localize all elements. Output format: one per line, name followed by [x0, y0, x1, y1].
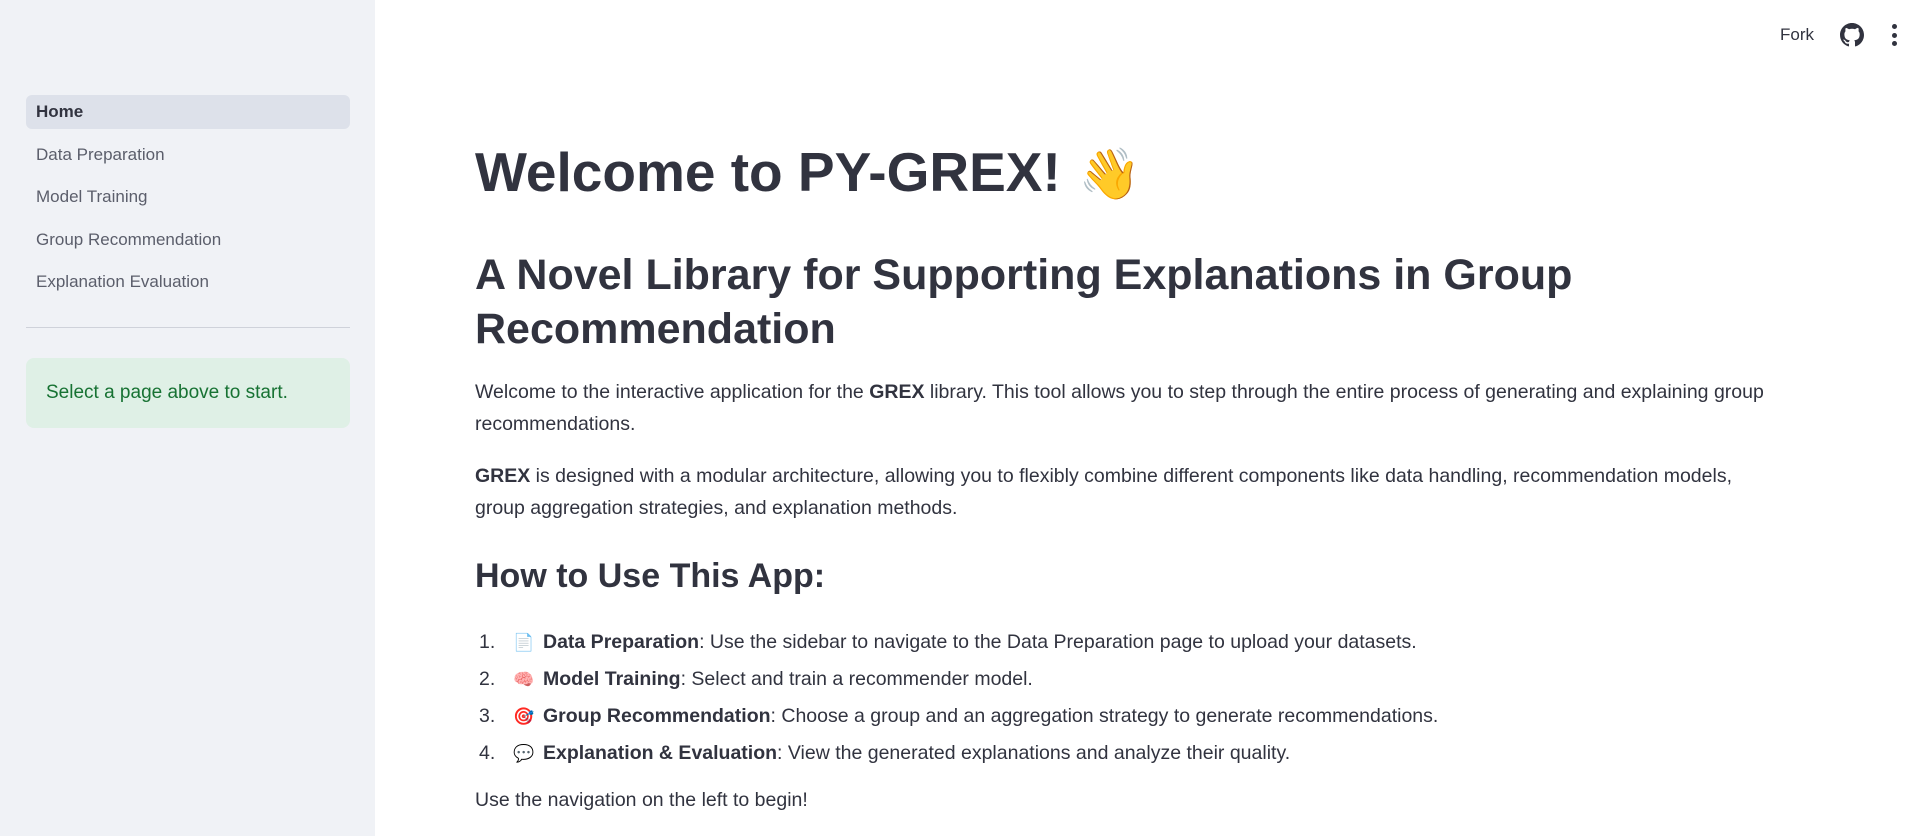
design-paragraph: GREX is designed with a modular architec…: [475, 460, 1765, 524]
list-item: 2. 🧠 Model Training: Select and train a re…: [475, 661, 1765, 698]
sidebar-item-home[interactable]: Home: [26, 95, 350, 129]
more-vertical-icon[interactable]: [1886, 24, 1904, 46]
step-text: : Choose a group and an aggregation stra…: [770, 705, 1439, 727]
step-number: 2.: [479, 668, 496, 690]
step-number: 1.: [479, 631, 496, 653]
page-subtitle: A Novel Library for Supporting Explanati…: [475, 251, 1573, 353]
sidebar-divider: [26, 327, 350, 328]
sidebar-item-data-preparation[interactable]: Data Preparation: [26, 138, 350, 172]
step-title: Group Recommendation: [543, 705, 771, 727]
intro-paragraph: Welcome to the interactive application f…: [475, 376, 1765, 440]
fork-button[interactable]: Fork: [1780, 25, 1814, 45]
brain-icon: 🧠: [513, 670, 535, 689]
sidebar-item-explanation-evaluation[interactable]: Explanation Evaluation: [26, 265, 350, 299]
list-item: 3. 🎯 Group Recommendation: Choose a group …: [475, 698, 1765, 735]
menu-dot: [1892, 24, 1897, 29]
document-icon: 📄: [513, 633, 535, 652]
steps-list: 1. 📄 Data Preparation: Use the sidebar to …: [475, 624, 1765, 772]
waving-hand-icon: 👋: [1078, 146, 1142, 202]
menu-dot: [1892, 41, 1897, 46]
list-item: 4. 💬 Explanation & Evaluation: View the ge…: [475, 735, 1765, 772]
design-library-name: GREX: [475, 465, 531, 487]
top-toolbar: Fork: [1780, 0, 1918, 70]
speech-bubble-icon: 💬: [513, 744, 535, 763]
step-text: : Use the sidebar to navigate to the Dat…: [699, 631, 1417, 653]
step-text: : Select and train a recommender model.: [680, 668, 1033, 690]
info-message: Select a page above to start.: [26, 358, 350, 428]
page-title-text: Welcome to PY-GREX!: [475, 141, 1061, 203]
step-number: 4.: [479, 742, 496, 764]
step-number: 3.: [479, 705, 496, 727]
github-icon[interactable]: [1840, 23, 1864, 47]
footer-paragraph: Use the navigation on the left to begin!: [475, 789, 808, 811]
step-title: Explanation & Evaluation: [543, 742, 778, 764]
sidebar-item-group-recommendation[interactable]: Group Recommendation: [26, 223, 350, 257]
step-text: : View the generated explanations and an…: [777, 742, 1291, 764]
intro-library-name: GREX: [869, 381, 925, 403]
step-title: Data Preparation: [543, 631, 700, 653]
design-text: is designed with a modular architecture,…: [475, 465, 1732, 519]
menu-dot: [1892, 32, 1897, 38]
intro-text-before: Welcome to the interactive application f…: [475, 381, 870, 403]
target-icon: 🎯: [513, 707, 535, 726]
sidebar: Home Data Preparation Model Training Gro…: [0, 0, 375, 836]
list-item: 1. 📄 Data Preparation: Use the sidebar to …: [475, 624, 1765, 661]
howto-heading: How to Use This App:: [475, 557, 826, 595]
page-title: Welcome to PY-GREX! 👋: [475, 140, 1141, 204]
sidebar-item-model-training[interactable]: Model Training: [26, 180, 350, 214]
step-title: Model Training: [543, 668, 681, 690]
sidebar-nav: Home Data Preparation Model Training Gro…: [26, 95, 350, 308]
